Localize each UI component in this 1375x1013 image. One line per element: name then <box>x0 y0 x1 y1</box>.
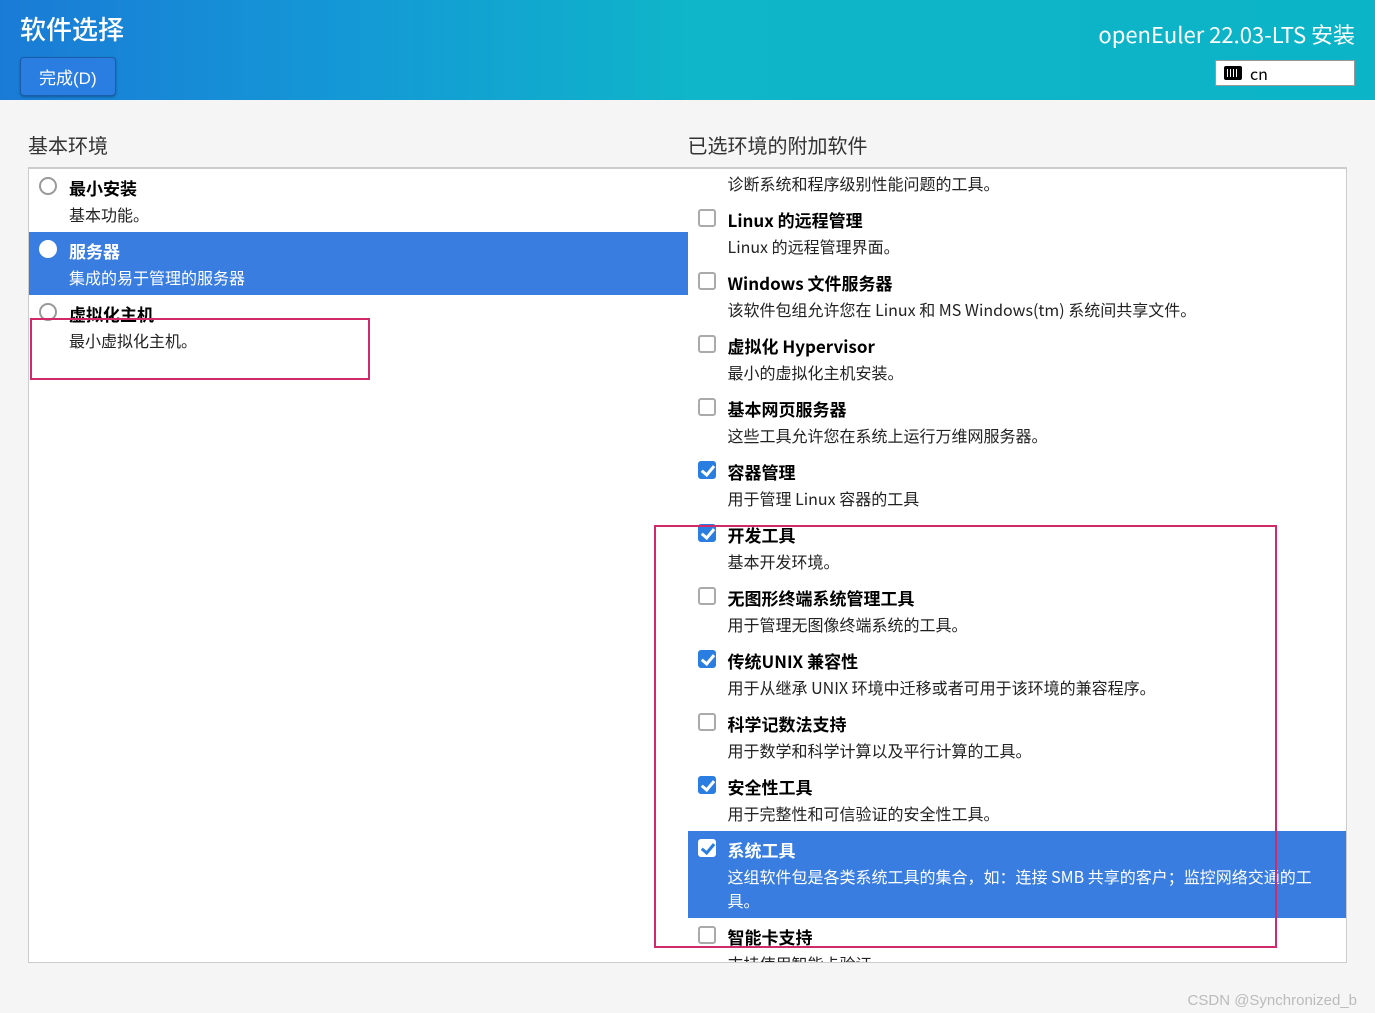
checkbox-icon <box>698 524 716 542</box>
addon-option[interactable]: Linux 的远程管理Linux 的远程管理界面。 <box>688 201 1347 264</box>
option-title: 最小安装 <box>69 175 678 200</box>
option-desc: 该软件包组允许您在 Linux 和 MS Windows(tm) 系统间共享文件… <box>728 297 1337 321</box>
header-right: openEuler 22.03-LTS 安装 cn <box>1098 10 1355 100</box>
addon-option[interactable]: 无图形终端系统管理工具用于管理无图像终端系统的工具。 <box>688 579 1347 642</box>
main-content: 基本环境 最小安装基本功能。服务器集成的易于管理的服务器虚拟化主机最小虚拟化主机… <box>0 100 1375 963</box>
addons-list[interactable]: 诊断系统和程序级别性能问题的工具。 Linux 的远程管理Linux 的远程管理界… <box>688 168 1348 963</box>
radio-icon <box>39 303 57 321</box>
addon-option[interactable]: 安全性工具用于完整性和可信验证的安全性工具。 <box>688 768 1347 831</box>
option-desc: Linux 的远程管理界面。 <box>728 234 1337 258</box>
checkbox-icon <box>698 335 716 353</box>
addon-option[interactable]: 系统工具这组软件包是各类系统工具的集合，如：连接 SMB 共享的客户；监控网络交… <box>688 831 1347 918</box>
addon-option[interactable]: 容器管理用于管理 Linux 容器的工具 <box>688 453 1347 516</box>
addon-option[interactable]: 科学记数法支持用于数学和科学计算以及平行计算的工具。 <box>688 705 1347 768</box>
option-desc: 基本开发环境。 <box>728 549 1337 573</box>
option-title: 开发工具 <box>728 522 1337 547</box>
option-desc: 用于管理 Linux 容器的工具 <box>728 486 1337 510</box>
addon-option[interactable]: 诊断系统和程序级别性能问题的工具。 <box>688 171 1347 201</box>
watermark: CSDN @Synchronized_b <box>1188 992 1357 1009</box>
option-desc: 基本功能。 <box>69 202 678 226</box>
option-title: Windows 文件服务器 <box>728 270 1337 295</box>
addon-option[interactable]: 开发工具基本开发环境。 <box>688 516 1347 579</box>
option-title: 智能卡支持 <box>728 924 1337 949</box>
option-title: 系统工具 <box>728 837 1337 862</box>
option-title: 安全性工具 <box>728 774 1337 799</box>
base-environment-column: 基本环境 最小安装基本功能。服务器集成的易于管理的服务器虚拟化主机最小虚拟化主机… <box>28 130 688 963</box>
env-option[interactable]: 最小安装基本功能。 <box>29 169 688 232</box>
checkbox-icon <box>698 776 716 794</box>
checkbox-icon <box>698 398 716 416</box>
option-desc: 最小的虚拟化主机安装。 <box>728 360 1337 384</box>
option-desc: 用于管理无图像终端系统的工具。 <box>728 612 1337 636</box>
option-title: 无图形终端系统管理工具 <box>728 585 1337 610</box>
option-desc: 集成的易于管理的服务器 <box>69 265 678 289</box>
checkbox-icon <box>698 926 716 944</box>
option-desc: 用于从继承 UNIX 环境中迁移或者可用于该环境的兼容程序。 <box>728 675 1337 699</box>
env-option[interactable]: 虚拟化主机最小虚拟化主机。 <box>29 295 688 358</box>
product-title: openEuler 22.03-LTS 安装 <box>1098 18 1355 50</box>
keyboard-layout-label: cn <box>1250 61 1268 85</box>
addons-column: 已选环境的附加软件 诊断系统和程序级别性能问题的工具。 Linux 的远程管理Li… <box>688 130 1348 963</box>
radio-icon <box>39 240 57 258</box>
option-title: Linux 的远程管理 <box>728 207 1337 232</box>
page-title: 软件选择 <box>20 10 124 47</box>
option-title: 服务器 <box>69 238 678 263</box>
addon-option[interactable]: 传统UNIX 兼容性用于从继承 UNIX 环境中迁移或者可用于该环境的兼容程序。 <box>688 642 1347 705</box>
option-desc: 用于数学和科学计算以及平行计算的工具。 <box>728 738 1337 762</box>
option-title: 传统UNIX 兼容性 <box>728 648 1337 673</box>
option-title: 虚拟化主机 <box>69 301 678 326</box>
addon-option[interactable]: 虚拟化 Hypervisor最小的虚拟化主机安装。 <box>688 327 1347 390</box>
addon-option[interactable]: 基本网页服务器这些工具允许您在系统上运行万维网服务器。 <box>688 390 1347 453</box>
header: 软件选择 完成(D) openEuler 22.03-LTS 安装 cn <box>0 0 1375 100</box>
checkbox-icon <box>698 272 716 290</box>
base-environment-list[interactable]: 最小安装基本功能。服务器集成的易于管理的服务器虚拟化主机最小虚拟化主机。 <box>28 168 688 963</box>
checkbox-icon <box>698 461 716 479</box>
option-title: 基本网页服务器 <box>728 396 1337 421</box>
checkbox-icon <box>698 587 716 605</box>
checkbox-icon <box>698 839 716 857</box>
checkbox-icon <box>698 209 716 227</box>
option-desc: 这些工具允许您在系统上运行万维网服务器。 <box>728 423 1337 447</box>
checkbox-icon <box>698 713 716 731</box>
option-desc: 支持使用智能卡验证。 <box>728 951 1337 963</box>
option-title: 容器管理 <box>728 459 1337 484</box>
checkbox-icon <box>698 650 716 668</box>
addons-heading: 已选环境的附加软件 <box>688 130 1348 168</box>
option-desc: 诊断系统和程序级别性能问题的工具。 <box>728 171 1337 195</box>
option-desc: 这组软件包是各类系统工具的集合，如：连接 SMB 共享的客户；监控网络交通的工具… <box>728 864 1337 912</box>
base-environment-heading: 基本环境 <box>28 130 688 168</box>
option-desc: 用于完整性和可信验证的安全性工具。 <box>728 801 1337 825</box>
addon-option[interactable]: 智能卡支持支持使用智能卡验证。 <box>688 918 1347 963</box>
env-option[interactable]: 服务器集成的易于管理的服务器 <box>29 232 688 295</box>
keyboard-layout-indicator[interactable]: cn <box>1215 60 1355 86</box>
option-title: 科学记数法支持 <box>728 711 1337 736</box>
addon-option[interactable]: Windows 文件服务器该软件包组允许您在 Linux 和 MS Window… <box>688 264 1347 327</box>
header-left: 软件选择 完成(D) <box>20 10 124 100</box>
done-button[interactable]: 完成(D) <box>20 57 116 96</box>
option-desc: 最小虚拟化主机。 <box>69 328 678 352</box>
option-title: 虚拟化 Hypervisor <box>728 333 1337 358</box>
keyboard-icon <box>1224 66 1242 80</box>
radio-icon <box>39 177 57 195</box>
